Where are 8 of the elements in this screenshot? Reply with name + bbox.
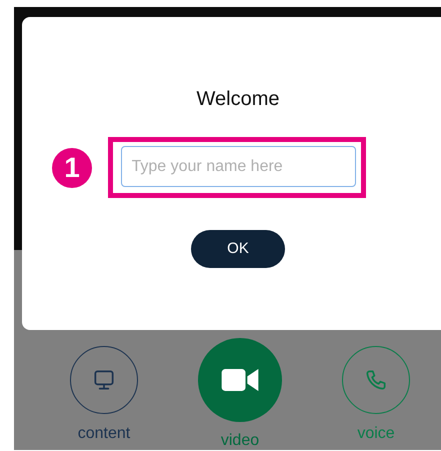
step-badge: 1 <box>52 148 92 188</box>
content-button[interactable] <box>70 346 138 414</box>
name-input[interactable]: Type your name here <box>120 146 356 187</box>
ok-button[interactable]: OK <box>191 230 285 268</box>
dialog-title: Welcome <box>196 87 280 111</box>
button-label: content <box>78 425 130 443</box>
button-label: video <box>220 432 260 450</box>
button-label: voice <box>357 425 395 443</box>
